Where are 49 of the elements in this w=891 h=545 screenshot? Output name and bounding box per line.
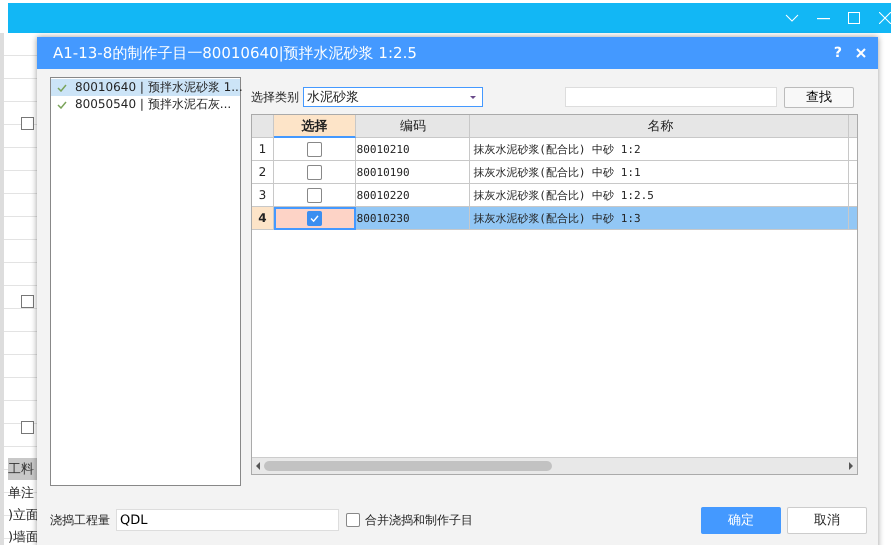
scroll-right-icon[interactable] [849,462,853,470]
merge-label: 合并浇捣和制作子目 [365,512,473,528]
row-number: 3 [252,184,274,207]
background-text: 工料 [8,458,40,480]
column-header[interactable]: 选择 [274,115,356,138]
table-cell: 抹灰水泥砂浆(配合比) 中砂 1:3 [470,207,850,230]
dialog-title: A1-13-8的制作子目一80010640|预拌水泥砂浆 1:2.5 [53,44,418,62]
table-row[interactable]: 2 80010190 抹灰水泥砂浆(配合比) 中砂 1:1 [252,161,857,184]
column-header[interactable]: 名称 [470,115,850,138]
horizontal-scrollbar[interactable] [252,457,857,474]
quantity-label: 浇捣工程量 [50,512,110,528]
background-text: 单注 [8,485,35,502]
checkbox[interactable] [306,188,322,202]
table-cell: 抹灰水泥砂浆(配合比) 中砂 1:2 [470,138,850,161]
minimize-icon[interactable] [817,18,830,20]
list-item[interactable]: 80050540 | 预拌水泥石灰... [51,96,240,113]
row-number: 4 [252,207,274,230]
checkbox[interactable] [346,513,360,527]
corner-cell [252,115,274,138]
search-button[interactable]: 查找 [784,86,854,108]
cancel-button[interactable]: 取消 [787,506,867,534]
category-label: 选择类别 [251,88,299,106]
collapse-icon [21,295,34,308]
search-field[interactable] [565,87,777,107]
column-header[interactable]: 编码 [356,115,470,138]
category-dropdown[interactable]: 水泥砂浆 [303,87,483,107]
table-cell: 80010210 [356,138,470,161]
checkbox[interactable] [306,142,322,156]
collapse-icon [21,117,34,130]
table-row[interactable]: 4 80010230 抹灰水泥砂浆(配合比) 中砂 1:3 [252,207,857,230]
close-icon[interactable] [856,48,866,58]
row-number: 2 [252,161,274,184]
caret-icon [470,96,476,98]
close-icon[interactable] [879,12,891,24]
filler-cell [849,115,858,138]
row-number: 1 [252,138,274,161]
table-cell: 80010190 [356,161,470,184]
checkbox[interactable] [307,211,322,226]
checkbox[interactable] [306,164,322,180]
collapse-icon [21,421,34,434]
maximize-icon[interactable] [848,12,860,24]
table-cell: 80010230 [356,207,470,230]
scroll-left-icon[interactable] [256,462,260,470]
table-row[interactable]: 1 80010210 抹灰水泥砂浆(配合比) 中砂 1:2 [252,138,857,161]
list-item[interactable]: 80010640 | 预拌水泥砂浆 1... [51,79,240,96]
check-icon [310,215,320,222]
quantity-field[interactable]: QDL [116,509,339,531]
table-cell: 抹灰水泥砂浆(配合比) 中砂 1:1 [470,161,850,184]
chevron-down-icon[interactable] [785,14,799,22]
